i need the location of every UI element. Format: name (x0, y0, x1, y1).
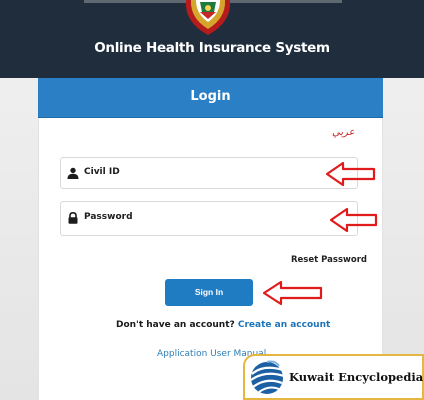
login-header: Login (38, 78, 383, 118)
create-account-row: Don't have an account? Create an account (116, 320, 330, 330)
app-title: Online Health Insurance System (94, 40, 330, 56)
civil-id-placeholder: Civil ID (84, 167, 120, 177)
watermark-badge: Kuwait Encyclopedia (243, 354, 424, 400)
left-arrow-icon (325, 161, 376, 187)
create-account-link[interactable]: Create an account (238, 320, 330, 330)
login-title: Login (190, 89, 231, 104)
globe-logo-icon (250, 360, 285, 394)
app-header: Online Health Insurance System (0, 0, 424, 78)
sign-in-label: Sign In (194, 287, 224, 297)
account-question: Don't have an account? (116, 320, 235, 330)
left-arrow-icon (329, 207, 378, 233)
user-icon (67, 167, 79, 179)
watermark-text: Kuwait Encyclopedia (289, 370, 424, 384)
password-field[interactable]: Password (60, 201, 358, 236)
reset-password-link[interactable]: Reset Password (291, 255, 367, 265)
language-toggle-link[interactable]: عربي (332, 127, 355, 138)
kuwait-emblem-icon (185, 0, 231, 35)
sign-in-button[interactable]: Sign In (165, 279, 253, 306)
password-placeholder: Password (84, 212, 133, 222)
civil-id-field[interactable]: Civil ID (60, 157, 358, 189)
left-arrow-icon (262, 280, 323, 306)
lock-icon (68, 212, 78, 224)
